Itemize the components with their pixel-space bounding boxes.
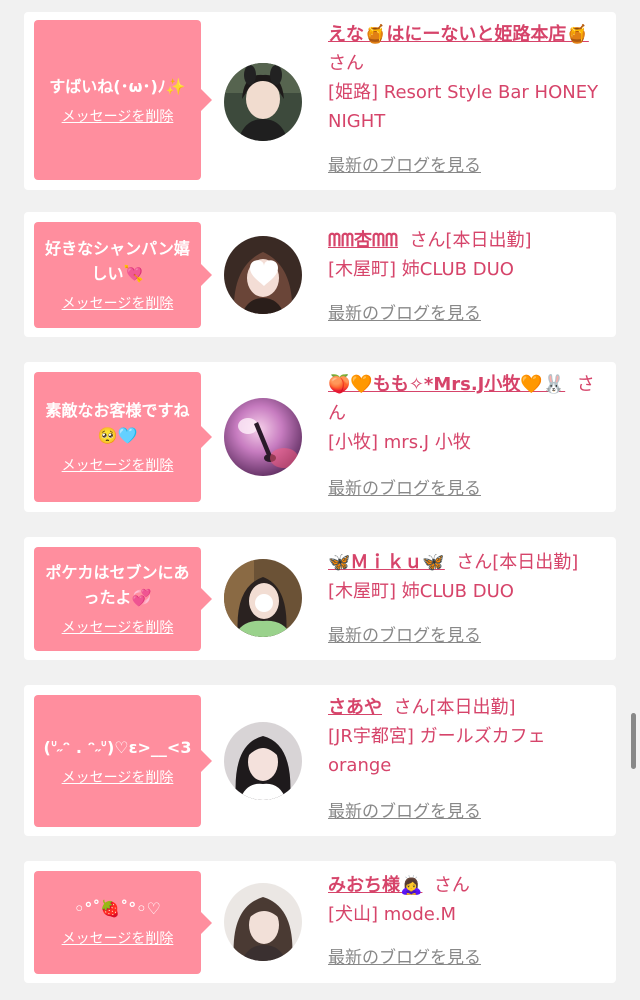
message-card: 素敵なお客様ですね🥺🩵 メッセージを削除 🍑🧡もも✧*Mrs.J小牧🧡🐰 さん …	[24, 362, 616, 512]
message-text: すばいね(･ω･)ﾉ✨	[49, 76, 186, 96]
message-text: 素敵なお客様ですね🥺🩵	[45, 401, 190, 445]
cast-name-link[interactable]: 🍑🧡もも✧*Mrs.J小牧🧡🐰	[328, 374, 565, 395]
message-bubble: ポケカはセブンにあったよ💞 メッセージを削除	[34, 547, 212, 651]
cast-info: 🍑🧡もも✧*Mrs.J小牧🧡🐰 さん [小牧] mrs.J 小牧	[328, 370, 606, 457]
cast-name-link[interactable]: ᗰᗰ杏ᗰᗰ	[328, 230, 398, 251]
message-card: 好きなシャンパン嬉しい💘 メッセージを削除 ᗰᗰ杏ᗰᗰ さん[本日出勤] [木屋…	[24, 212, 616, 337]
message-text: (ᐡ˶ᵔ . ᵔ˶ᐡ)♡ε>__<3	[43, 737, 192, 757]
message-text: 好きなシャンパン嬉しい💘	[45, 239, 190, 283]
cast-suffix: さん[本日出勤]	[409, 230, 532, 251]
shop-name: [犬山] mode.M	[328, 904, 457, 925]
latest-blog-link[interactable]: 最新のブログを見る	[328, 155, 481, 177]
cast-name-link[interactable]: 🦋Ｍｉｋｕ🦋	[328, 552, 445, 573]
latest-blog-link[interactable]: 最新のブログを見る	[328, 303, 481, 325]
message-card: (ᐡ˶ᵔ . ᵔ˶ᐡ)♡ε>__<3 メッセージを削除 さあや さん[本日出勤]…	[24, 685, 616, 836]
shop-name: [JR宇都宮] ガールズカフェ orange	[328, 726, 546, 776]
delete-message-link[interactable]: メッセージを削除	[62, 929, 174, 949]
avatar[interactable]	[224, 559, 302, 637]
cast-info: ᗰᗰ杏ᗰᗰ さん[本日出勤] [木屋町] 姉CLUB DUO	[328, 226, 606, 284]
message-text: ◦°˚🍓˚°◦♡	[74, 899, 161, 918]
shop-name: [小牧] mrs.J 小牧	[328, 432, 471, 453]
latest-blog-link[interactable]: 最新のブログを見る	[328, 947, 481, 969]
cast-name-link[interactable]: さあや	[328, 697, 382, 718]
shop-name: [木屋町] 姉CLUB DUO	[328, 259, 514, 280]
latest-blog-link[interactable]: 最新のブログを見る	[328, 625, 481, 647]
delete-message-link[interactable]: メッセージを削除	[62, 618, 174, 638]
delete-message-link[interactable]: メッセージを削除	[62, 768, 174, 788]
cast-info: えな🍯はにーないと姫路本店🍯 さん [姫路] Resort Style Bar …	[328, 20, 606, 136]
cast-name-link[interactable]: えな🍯はにーないと姫路本店🍯	[328, 24, 589, 45]
cast-suffix: さん	[433, 875, 470, 896]
message-bubble: ◦°˚🍓˚°◦♡ メッセージを削除	[34, 871, 212, 974]
avatar[interactable]	[224, 63, 302, 141]
avatar[interactable]	[224, 236, 302, 314]
cast-info: さあや さん[本日出勤] [JR宇都宮] ガールズカフェ orange	[328, 693, 606, 780]
latest-blog-link[interactable]: 最新のブログを見る	[328, 478, 481, 500]
cast-suffix: さん[本日出勤]	[393, 697, 516, 718]
latest-blog-link[interactable]: 最新のブログを見る	[328, 801, 481, 823]
avatar[interactable]	[224, 722, 302, 800]
delete-message-link[interactable]: メッセージを削除	[62, 294, 174, 314]
shop-name: [木屋町] 姉CLUB DUO	[328, 581, 514, 602]
message-bubble: (ᐡ˶ᵔ . ᵔ˶ᐡ)♡ε>__<3 メッセージを削除	[34, 695, 212, 827]
cast-info: 🦋Ｍｉｋｕ🦋 さん[本日出勤] [木屋町] 姉CLUB DUO	[328, 548, 606, 606]
message-card: ポケカはセブンにあったよ💞 メッセージを削除 🦋Ｍｉｋｕ🦋 さん[本日出勤] […	[24, 537, 616, 660]
scrollbar[interactable]	[631, 713, 636, 769]
shop-name: [姫路] Resort Style Bar HONEY NIGHT	[328, 82, 599, 132]
cast-info: みおち様🙇‍♀️ さん [犬山] mode.M	[328, 871, 606, 929]
message-bubble: すばいね(･ω･)ﾉ✨ メッセージを削除	[34, 20, 212, 180]
message-bubble: 素敵なお客様ですね🥺🩵 メッセージを削除	[34, 372, 212, 502]
avatar[interactable]	[224, 398, 302, 476]
cast-name-link[interactable]: みおち様🙇‍♀️	[328, 875, 422, 896]
cast-suffix: さん	[328, 53, 364, 74]
message-card: すばいね(･ω･)ﾉ✨ メッセージを削除 えな🍯はにーないと姫路本店🍯 さん […	[24, 12, 616, 190]
avatar[interactable]	[224, 883, 302, 961]
message-list-page: すばいね(･ω･)ﾉ✨ メッセージを削除 えな🍯はにーないと姫路本店🍯 さん […	[0, 0, 640, 1000]
message-card: ◦°˚🍓˚°◦♡ メッセージを削除 みおち様🙇‍♀️ さん [犬山] mode.…	[24, 861, 616, 983]
cast-suffix: さん[本日出勤]	[456, 552, 579, 573]
delete-message-link[interactable]: メッセージを削除	[62, 107, 174, 127]
delete-message-link[interactable]: メッセージを削除	[62, 456, 174, 476]
message-text: ポケカはセブンにあったよ💞	[45, 563, 190, 607]
message-bubble: 好きなシャンパン嬉しい💘 メッセージを削除	[34, 222, 212, 328]
